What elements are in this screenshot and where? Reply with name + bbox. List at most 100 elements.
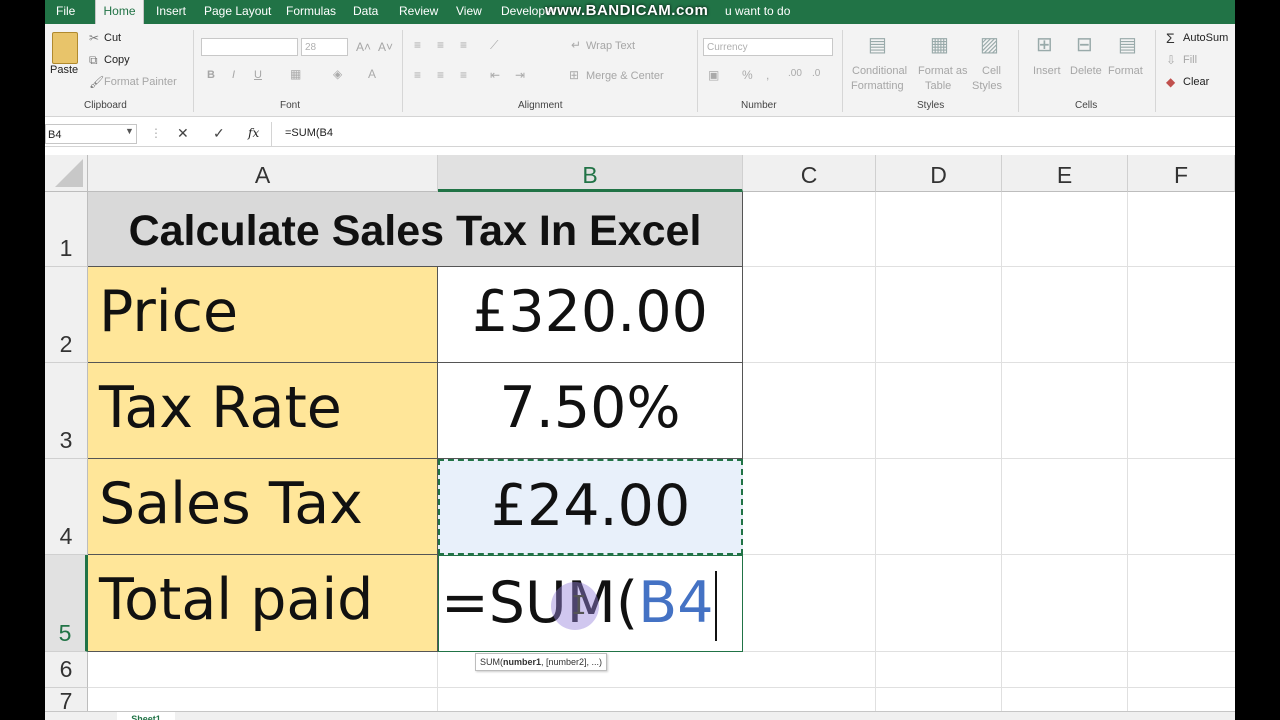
cell-b4-reference[interactable]: £24.00 [438,459,743,555]
orientation-icon[interactable]: ⟋ [490,38,498,53]
row-number: 6 [59,656,73,682]
gridline [743,362,1235,363]
ribbon-separator [697,30,698,112]
formula-text: =SUM( [441,570,639,636]
enter-check-icon[interactable]: ✓ [213,125,225,142]
cell-b3[interactable]: 7.50% [438,363,743,459]
row-header-3[interactable]: 3 [45,363,88,459]
comma-style-icon[interactable]: , [766,68,769,82]
insert-cells-button[interactable]: Insert [1033,65,1061,77]
cell-styles-icon: ▨ [980,34,999,56]
paste-button[interactable]: Paste [50,64,78,76]
cell-a3[interactable]: Tax Rate [88,363,438,459]
fill-icon: ⇩ [1166,53,1177,67]
format-cells-button[interactable]: Format [1108,65,1143,77]
row-header-6[interactable]: 6 [45,652,88,688]
column-header-c[interactable]: C [743,155,876,192]
tab-data[interactable]: Data [353,0,378,24]
menu-bar: File Home Insert Page Layout Formulas Da… [45,0,1235,24]
chevron-down-icon[interactable]: ▼ [125,126,134,136]
tab-home[interactable]: Home [95,0,144,24]
indent-icon[interactable]: ⇤ [490,68,500,82]
row-number: 3 [59,427,73,453]
format-as-table-button[interactable]: Format as [918,65,968,77]
conditional-formatting-button[interactable]: Conditional [852,65,907,77]
gridline [743,266,1235,267]
borders-icon[interactable]: ▦ [290,67,301,81]
empty-cell-region[interactable] [743,192,1235,720]
merge-center-button[interactable]: Merge & Center [586,70,664,82]
cell-a5[interactable]: Total paid [88,555,438,652]
number-group-label: Number [741,100,777,111]
number-format-combo[interactable]: Currency [703,38,833,56]
ribbon: Paste ✂ Cut ⧉ Copy 🖌 Format Painter Clip… [45,24,1235,117]
decrease-font-icon[interactable]: A˅ [378,40,393,54]
format-cells-icon: ▤ [1118,34,1137,56]
font-color-icon[interactable]: A [368,67,376,81]
align-middle-icon[interactable]: ≡ [437,38,444,52]
fill-color-icon[interactable]: ◈ [333,67,342,81]
copy-button[interactable]: Copy [104,54,130,66]
align-bottom-icon[interactable]: ≡ [460,38,467,52]
delete-cells-button[interactable]: Delete [1070,65,1102,77]
formula-input[interactable]: =SUM(B4 [285,127,333,139]
increase-decimal-icon[interactable]: .00 [788,68,802,79]
wrap-text-button[interactable]: Wrap Text [586,40,635,52]
row-header-4[interactable]: 4 [45,459,88,555]
function-tooltip[interactable]: SUM(number1, [number2], ...) [475,653,608,671]
tab-view[interactable]: View [456,0,482,24]
bold-button[interactable]: B [207,69,215,81]
align-top-icon[interactable]: ≡ [414,38,421,52]
tab-formulas[interactable]: Formulas [286,0,336,24]
column-header-e[interactable]: E [1002,155,1128,192]
align-left-icon[interactable]: ≡ [414,68,421,82]
tell-me-box[interactable]: u want to do [725,0,790,24]
align-center-icon[interactable]: ≡ [437,68,444,82]
cell-styles-label-2: Styles [972,80,1002,92]
column-header-a[interactable]: A [88,155,438,192]
font-name-combo[interactable] [201,38,298,56]
underline-button[interactable]: U [254,69,262,81]
alignment-group-label: Alignment [518,100,563,111]
row-header-1[interactable]: 1 [45,192,88,267]
tooltip-args-rest: , [number2], ...) [541,657,603,667]
cut-button[interactable]: Cut [104,32,121,44]
font-group-label: Font [280,100,301,111]
align-right-icon[interactable]: ≡ [460,68,467,82]
cell-a4[interactable]: Sales Tax [88,459,438,555]
bandicam-watermark: www.BANDICAM.com [545,2,709,19]
percent-style-icon[interactable]: % [742,68,753,82]
cell-b2[interactable]: £320.00 [438,267,743,363]
column-header-b[interactable]: B [438,155,743,192]
accounting-format-icon[interactable]: ▣ [708,68,719,82]
tab-insert[interactable]: Insert [156,0,186,24]
title-cell[interactable]: Calculate Sales Tax In Excel [88,192,743,267]
outdent-icon[interactable]: ⇥ [515,68,525,82]
column-header-f[interactable]: F [1128,155,1235,192]
decrease-decimal-icon[interactable]: .0 [812,68,820,79]
tab-review[interactable]: Review [399,0,438,24]
tab-file[interactable]: File [56,0,75,24]
format-painter-button[interactable]: Format Painter [104,76,177,88]
tooltip-arg-current: number1 [503,657,542,667]
increase-font-icon[interactable]: A˄ [356,40,371,54]
italic-button[interactable]: I [232,69,235,81]
cell-styles-button[interactable]: Cell [982,65,1001,77]
clear-button[interactable]: Clear [1183,76,1209,88]
tab-page-layout[interactable]: Page Layout [204,0,271,24]
sheet-tab[interactable]: Sheet1 [117,712,175,720]
font-size-combo[interactable]: 28 [301,38,348,56]
insert-function-button[interactable]: fx [248,126,259,140]
column-header-d[interactable]: D [876,155,1002,192]
row-header-2[interactable]: 2 [45,267,88,363]
row-header-5[interactable]: 5 [45,555,88,652]
paste-icon[interactable] [52,32,78,64]
select-all-button[interactable] [45,155,88,192]
fill-button[interactable]: Fill [1183,54,1197,66]
cancel-entry-icon[interactable]: ✕ [177,125,189,142]
autosum-button[interactable]: AutoSum [1183,32,1228,44]
row-number: 5 [58,620,72,646]
cell-a2[interactable]: Price [88,267,438,363]
name-box[interactable]: B4 [45,124,137,144]
text-cursor [715,571,718,642]
